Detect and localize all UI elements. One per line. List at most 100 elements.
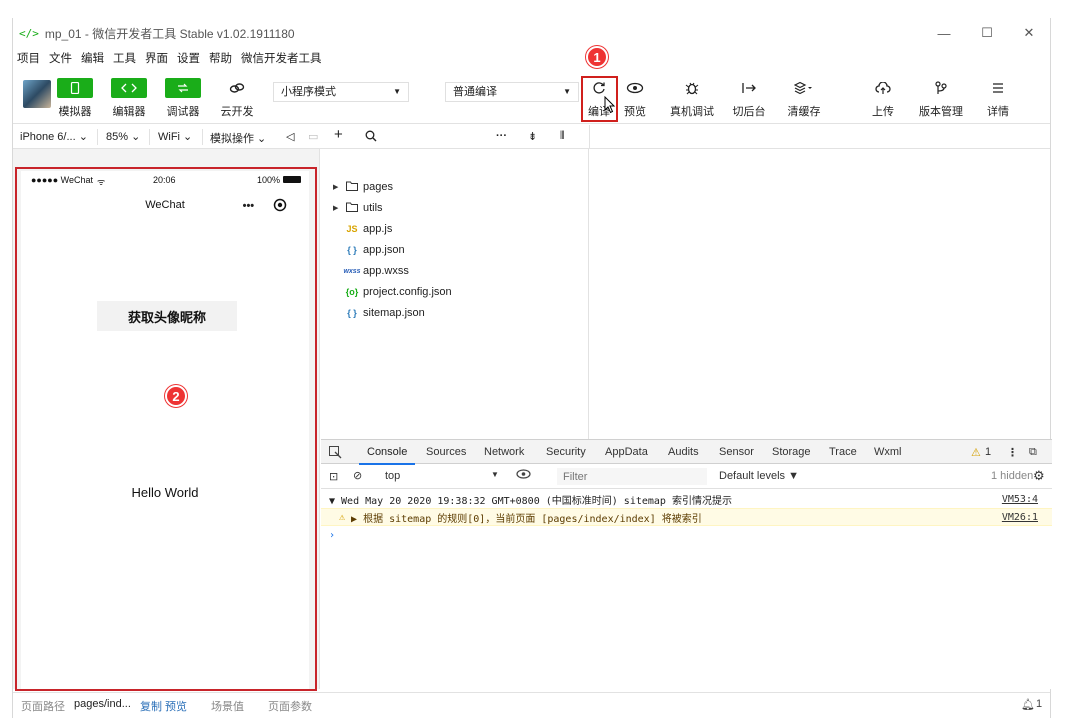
menu-wechat-devtools[interactable]: 微信开发者工具	[241, 50, 322, 66]
divider	[589, 125, 590, 149]
bell-icon[interactable]: 🔔︎	[1021, 698, 1035, 711]
console-warning-row[interactable]: ⚠ ▶ 根据 sitemap 的规则[0]，当前页面 [pages/index/…	[321, 508, 1052, 526]
tab-sensor[interactable]: Sensor	[719, 446, 754, 458]
version-button[interactable]: 版本管理	[919, 78, 963, 119]
scene-value-button[interactable]: 场景值	[211, 698, 244, 714]
simulator-toggle[interactable]: 模拟器	[57, 78, 93, 119]
json-file-icon: { }	[347, 308, 357, 318]
hidden-count: 1 hidden	[991, 470, 1034, 482]
console-prompt[interactable]: ›	[321, 526, 1052, 544]
screen-icon[interactable]: ▭	[308, 130, 318, 143]
file-name: app.js	[363, 223, 393, 235]
phone-highlight-box	[15, 167, 317, 691]
mode-select[interactable]: 小程序模式 ▼	[273, 82, 409, 102]
eye-icon[interactable]	[516, 469, 531, 482]
log-source-link[interactable]: VM26:1	[1002, 512, 1038, 523]
chevron-down-icon: ▼	[393, 87, 401, 96]
page-path-value: pages/ind...	[74, 698, 131, 710]
tab-wxml[interactable]: Wxml	[874, 446, 902, 458]
compile-mode-value: 普通编译	[453, 86, 497, 98]
details-label: 详情	[987, 106, 1009, 118]
file-item-pages[interactable]: ▶ pages	[333, 179, 393, 195]
js-file-icon: JS	[346, 224, 358, 234]
device-select[interactable]: iPhone 6/... ⌄	[20, 130, 88, 143]
file-name: pages	[363, 181, 393, 193]
folder-icon	[343, 202, 361, 214]
device-debug-button[interactable]: 真机调试	[670, 78, 714, 119]
close-button[interactable]: ✕	[1008, 18, 1050, 48]
copy-link[interactable]: 复制	[140, 698, 162, 714]
menu-edit[interactable]: 编辑	[81, 50, 104, 66]
tab-appdata[interactable]: AppData	[605, 446, 648, 458]
clear-cache-button[interactable]: 清缓存	[786, 78, 822, 119]
warning-icon[interactable]: ⚠	[971, 446, 981, 459]
more-icon[interactable]: ···	[496, 130, 507, 142]
sidebar-icon[interactable]: ⊡	[329, 470, 338, 483]
file-item-utils[interactable]: ▶ utils	[333, 200, 383, 216]
eye-icon	[617, 78, 653, 98]
file-item-sitemap-json[interactable]: { } sitemap.json	[333, 305, 425, 321]
add-file-icon[interactable]: +	[334, 126, 343, 143]
devtools-panel: Console Sources Network Security AppData…	[321, 439, 1052, 689]
tab-network[interactable]: Network	[484, 446, 524, 458]
minimize-button[interactable]: —	[923, 18, 965, 48]
file-item-project-config[interactable]: {o} project.config.json	[333, 284, 452, 300]
file-item-app-wxss[interactable]: wxss app.wxss	[333, 263, 408, 279]
clear-console-icon[interactable]: ⊘	[353, 469, 362, 482]
branch-icon	[923, 78, 959, 98]
collapse-all-icon[interactable]: ⇟	[528, 130, 537, 143]
editor-label: 编辑器	[112, 106, 146, 118]
zoom-select[interactable]: 85% ⌄	[106, 130, 140, 143]
search-icon[interactable]	[365, 130, 377, 145]
tab-audits[interactable]: Audits	[668, 446, 699, 458]
page-params-button[interactable]: 页面参数	[268, 698, 312, 714]
volume-icon[interactable]: ◁	[286, 130, 294, 143]
log-levels-select[interactable]: Default levels ▼	[719, 470, 799, 482]
json-file-icon: { }	[347, 245, 357, 255]
debugger-toggle[interactable]: 调试器	[165, 78, 201, 119]
menu-lines-icon	[980, 78, 1016, 98]
menu-settings[interactable]: 设置	[177, 50, 200, 66]
code-icon	[111, 78, 147, 98]
log-source-link[interactable]: VM53:4	[1002, 494, 1038, 505]
file-name: app.json	[363, 244, 405, 256]
tab-console[interactable]: Console	[358, 446, 416, 465]
network-select[interactable]: WiFi ⌄	[158, 130, 192, 143]
inspect-icon[interactable]	[329, 446, 342, 462]
kebab-menu-icon[interactable]: ⋮	[1007, 446, 1018, 459]
tab-storage[interactable]: Storage	[772, 446, 811, 458]
compile-mode-select[interactable]: 普通编译 ▼	[445, 82, 579, 102]
file-item-app-js[interactable]: JS app.js	[333, 221, 392, 237]
console-filter-input[interactable]	[557, 468, 707, 485]
context-select[interactable]: top	[385, 470, 400, 482]
preview-button[interactable]: 预览	[617, 78, 653, 119]
tab-trace[interactable]: Trace	[829, 446, 857, 458]
simulate-select[interactable]: 模拟操作 ⌄	[210, 130, 266, 146]
details-button[interactable]: 详情	[980, 78, 1016, 119]
menu-help[interactable]: 帮助	[209, 50, 232, 66]
preview-link[interactable]: 预览	[165, 698, 187, 714]
dock-icon[interactable]: ⧉	[1029, 446, 1037, 459]
editor-toggle[interactable]: 编辑器	[111, 78, 147, 119]
menu-view[interactable]: 界面	[145, 50, 168, 66]
sidebar-toggle-icon[interactable]: ⫴	[560, 130, 565, 143]
menu-tools[interactable]: 工具	[113, 50, 136, 66]
file-item-app-json[interactable]: { } app.json	[333, 242, 405, 258]
cloud-dev-button[interactable]: 云开发	[219, 78, 255, 119]
menu-project[interactable]: 项目	[17, 50, 40, 66]
switch-out-icon	[731, 78, 767, 98]
chevron-down-icon[interactable]: ▼	[491, 470, 499, 479]
background-button[interactable]: 切后台	[731, 78, 767, 119]
console-log-row[interactable]: ▼ Wed May 20 2020 19:38:32 GMT+0800 (中国标…	[321, 490, 1052, 508]
app-window: </> mp_01 - 微信开发者工具 Stable v1.02.1911180…	[12, 18, 1052, 718]
status-bar: 页面路径 pages/ind... 复制 预览 场景值 页面参数 🔔︎ 1	[13, 692, 1050, 716]
menu-file[interactable]: 文件	[49, 50, 72, 66]
tab-security[interactable]: Security	[546, 446, 586, 458]
version-label: 版本管理	[919, 106, 963, 118]
tab-sources[interactable]: Sources	[426, 446, 466, 458]
upload-button[interactable]: 上传	[865, 78, 901, 119]
maximize-button[interactable]: ☐	[966, 18, 1008, 48]
simulate-value: 模拟操作	[210, 133, 254, 145]
gear-icon[interactable]: ⚙	[1033, 468, 1045, 484]
avatar[interactable]	[23, 80, 51, 108]
